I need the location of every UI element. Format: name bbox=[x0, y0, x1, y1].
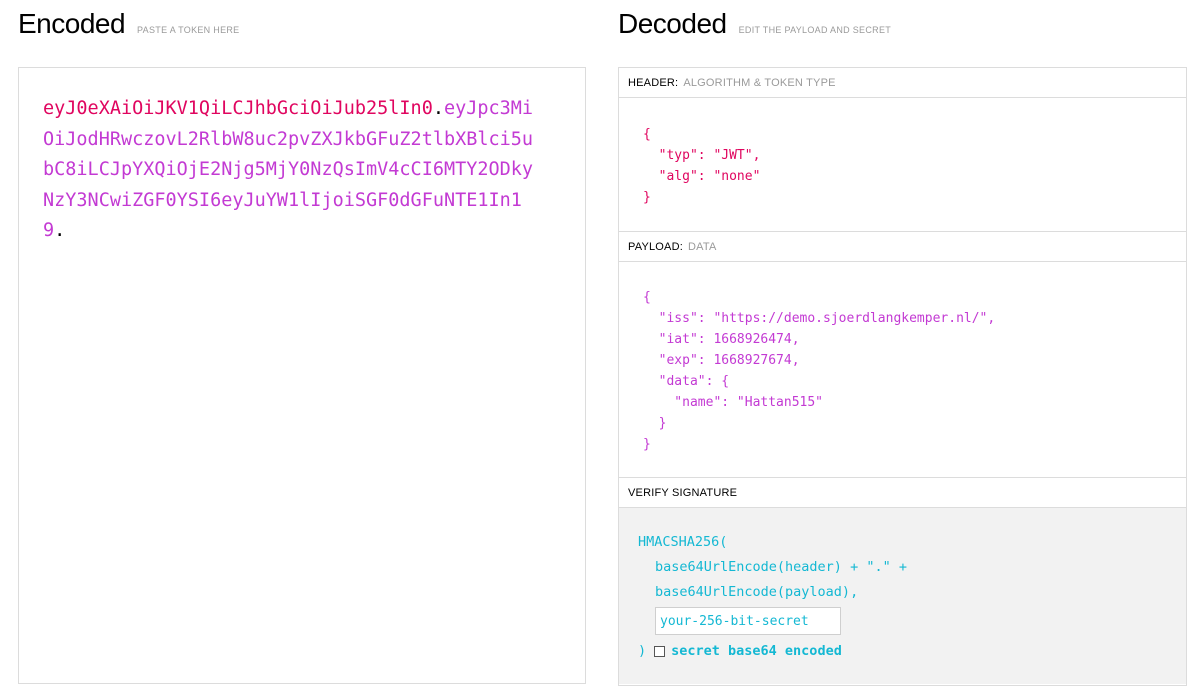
header-section-label: HEADER: ALGORITHM & TOKEN TYPE bbox=[619, 68, 1186, 98]
payload-json[interactable]: { "iss": "https://demo.sjoerdlangkemper.… bbox=[643, 287, 1186, 455]
token-separator: . bbox=[54, 220, 66, 241]
payload-label: PAYLOAD: bbox=[628, 240, 683, 253]
header-encode-line: base64UrlEncode(header) + "." + bbox=[655, 559, 907, 575]
payload-sublabel: DATA bbox=[688, 240, 717, 253]
hmac-function: HMACSHA256( bbox=[638, 534, 728, 550]
header-label: HEADER: bbox=[628, 76, 679, 89]
decoded-title: Decoded bbox=[618, 8, 727, 39]
verify-section-label: VERIFY SIGNATURE bbox=[619, 478, 1186, 508]
encoded-subtitle: PASTE A TOKEN HERE bbox=[137, 25, 240, 35]
header-sublabel: ALGORITHM & TOKEN TYPE bbox=[683, 76, 836, 89]
token-separator: . bbox=[432, 98, 444, 119]
decoded-subtitle: EDIT THE PAYLOAD AND SECRET bbox=[738, 25, 892, 35]
close-paren: ) bbox=[638, 643, 647, 659]
verify-label: VERIFY SIGNATURE bbox=[628, 486, 738, 499]
token-payload-part: eyJpc3MiOiJodHRwczovL2RlbW8uc2pvZXJkbGFu… bbox=[43, 98, 534, 241]
payload-json-editor[interactable]: { "iss": "https://demo.sjoerdlangkemper.… bbox=[619, 262, 1186, 478]
encoded-heading: Encoded PASTE A TOKEN HERE bbox=[18, 8, 239, 40]
verify-signature-section: HMACSHA256( base64UrlEncode(header) + ".… bbox=[619, 508, 1186, 684]
header-json[interactable]: { "typ": "JWT", "alg": "none" } bbox=[643, 124, 1186, 208]
encoded-title: Encoded bbox=[18, 8, 126, 39]
payload-section-label: PAYLOAD: DATA bbox=[619, 232, 1186, 262]
decoded-panel: HEADER: ALGORITHM & TOKEN TYPE { "typ": … bbox=[618, 67, 1187, 686]
token-text[interactable]: eyJ0eXAiOiJKV1QiLCJhbGciOiJub25lIn0.eyJp… bbox=[43, 94, 543, 247]
header-json-editor[interactable]: { "typ": "JWT", "alg": "none" } bbox=[619, 98, 1186, 232]
token-header-part: eyJ0eXAiOiJKV1QiLCJhbGciOiJub25lIn0 bbox=[43, 98, 433, 119]
secret-base64-label[interactable]: secret base64 encoded bbox=[671, 639, 842, 664]
decoded-heading: Decoded EDIT THE PAYLOAD AND SECRET bbox=[618, 8, 891, 40]
secret-base64-checkbox[interactable] bbox=[654, 646, 666, 657]
payload-encode-line: base64UrlEncode(payload), bbox=[655, 584, 859, 600]
secret-input[interactable] bbox=[655, 607, 841, 635]
encoded-token-editor[interactable]: eyJ0eXAiOiJKV1QiLCJhbGciOiJub25lIn0.eyJp… bbox=[18, 67, 586, 684]
